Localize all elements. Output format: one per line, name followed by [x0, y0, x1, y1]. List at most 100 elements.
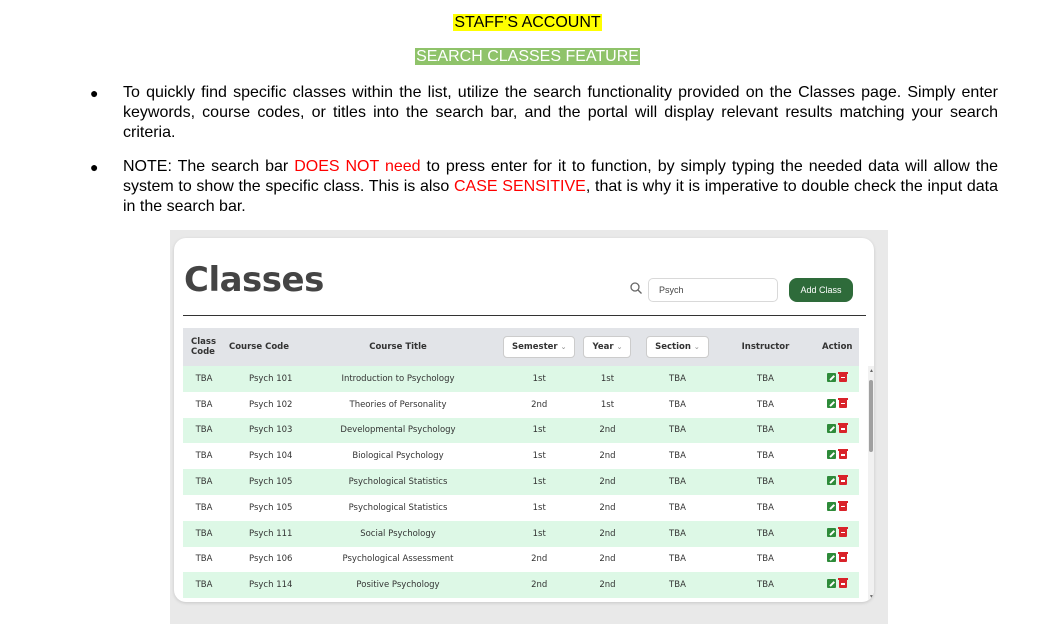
- classes-card: Classes Psych Add Class Class Code Cours…: [174, 238, 874, 602]
- delete-icon[interactable]: [838, 423, 849, 434]
- cell-section: TBA: [669, 451, 686, 462]
- edit-icon[interactable]: [827, 476, 837, 486]
- cell-course-code: Psych 111: [249, 528, 293, 539]
- add-class-button[interactable]: Add Class: [789, 278, 853, 302]
- edit-icon[interactable]: [827, 450, 837, 460]
- header-year-filter[interactable]: Year ⌄: [575, 328, 639, 366]
- delete-icon[interactable]: [838, 449, 849, 460]
- instruction-text: To quickly find specific classes within …: [123, 84, 998, 141]
- cell-year: 2nd: [599, 580, 616, 591]
- note-text-1: NOTE: The search bar: [123, 158, 295, 175]
- cell-year: 2nd: [599, 425, 616, 436]
- cell-instructor: TBA: [757, 451, 774, 462]
- header-instructor: Instructor: [741, 342, 790, 352]
- cell-year: 1st: [600, 373, 615, 384]
- cell-class-code: TBA: [195, 425, 213, 436]
- cell-action: [815, 418, 859, 444]
- instruction-note: ● NOTE: The search bar DOES NOT need to …: [90, 157, 998, 217]
- cell-action: [815, 521, 859, 547]
- cell-year: 2nd: [599, 451, 616, 462]
- classes-table: Class Code Course Code Course Title Seme…: [183, 328, 859, 599]
- cell-instructor: TBA: [757, 373, 774, 384]
- cell-class-code: TBA: [195, 477, 213, 488]
- cell-course-title: Introduction to Psychology: [341, 373, 455, 384]
- cell-course-title: Psychological Assessment: [342, 554, 454, 565]
- cell-action: [815, 547, 859, 573]
- table-scrollbar[interactable]: ▲ ▼: [868, 366, 874, 602]
- delete-icon[interactable]: [838, 578, 849, 589]
- header-course-code: Course Code: [228, 342, 290, 352]
- cell-class-code: TBA: [195, 451, 213, 462]
- table-header-row: Class Code Course Code Course Title Seme…: [183, 328, 859, 366]
- edit-icon[interactable]: [827, 398, 837, 408]
- cell-semester: 2nd: [531, 399, 548, 410]
- classes-screenshot: Classes Psych Add Class Class Code Cours…: [170, 230, 888, 624]
- scrollbar-thumb[interactable]: [869, 380, 873, 452]
- delete-icon[interactable]: [838, 371, 849, 382]
- scroll-up-arrow-icon[interactable]: ▲: [869, 368, 874, 374]
- cell-course-title: Theories of Personality: [349, 399, 447, 410]
- cell-class-code: TBA: [195, 373, 213, 384]
- cell-semester: 2nd: [531, 580, 548, 591]
- header-year-label: Year: [592, 342, 614, 352]
- chevron-down-icon: ⌄: [616, 343, 623, 351]
- cell-course-title: Positive Psychology: [356, 580, 440, 591]
- edit-icon[interactable]: [827, 372, 837, 382]
- cell-course-title: Biological Psychology: [352, 451, 444, 462]
- cell-course-title: Psychological Statistics: [348, 502, 448, 513]
- cell-section: TBA: [669, 502, 686, 513]
- header-course-title: Course Title: [369, 342, 427, 352]
- table-row: TBA Psych 105 Psychological Statistics 1st 2…: [183, 495, 859, 521]
- delete-icon[interactable]: [838, 500, 849, 511]
- edit-icon[interactable]: [827, 579, 837, 589]
- delete-icon[interactable]: [838, 526, 849, 537]
- header-semester-filter[interactable]: Semester ⌄: [503, 328, 576, 366]
- cell-instructor: TBA: [757, 580, 774, 591]
- delete-icon[interactable]: [838, 552, 849, 563]
- heading-staff-account-text: STAFF’S ACCOUNT: [453, 14, 602, 31]
- cell-action: [815, 443, 859, 469]
- cell-section: TBA: [669, 528, 686, 539]
- cell-action: [815, 366, 859, 392]
- cell-instructor: TBA: [757, 425, 774, 436]
- header-section-filter[interactable]: Section ⌄: [639, 328, 715, 366]
- cell-action: [815, 572, 859, 598]
- cell-instructor: TBA: [757, 399, 774, 410]
- edit-icon[interactable]: [827, 501, 837, 511]
- search-icon: [630, 282, 642, 294]
- table-row: TBA Psych 111 Social Psychology 1st 2nd TBA TB…: [183, 520, 859, 547]
- cell-course-code: Psych 114: [249, 580, 293, 591]
- doc-heading-staff-account: STAFF’S ACCOUNT: [0, 14, 1055, 32]
- edit-icon[interactable]: [827, 424, 837, 434]
- cell-semester: 1st: [532, 477, 546, 488]
- note-emphasis-no-enter: DOES NOT need: [294, 158, 421, 175]
- cell-section: TBA: [669, 554, 686, 565]
- cell-class-code: TBA: [195, 399, 213, 410]
- edit-icon[interactable]: [827, 553, 837, 563]
- table-row: TBA Psych 105 Psychological Statistics 1st 2…: [183, 469, 859, 495]
- cell-year: 2nd: [599, 502, 616, 513]
- instruction-list: ● To quickly find specific classes withi…: [90, 83, 998, 231]
- cell-course-code: Psych 106: [249, 554, 293, 565]
- cell-section: TBA: [669, 373, 686, 384]
- cell-section: TBA: [669, 399, 686, 410]
- cell-class-code: TBA: [195, 502, 213, 513]
- delete-icon[interactable]: [838, 475, 849, 486]
- edit-icon[interactable]: [827, 527, 837, 537]
- cell-section: TBA: [669, 477, 686, 488]
- bullet-dot: ●: [90, 85, 99, 101]
- scroll-down-arrow-icon[interactable]: ▼: [869, 594, 874, 600]
- cell-course-code: Psych 101: [249, 373, 293, 384]
- cell-class-code: TBA: [195, 528, 213, 539]
- cell-action: [815, 469, 859, 495]
- cell-semester: 2nd: [531, 554, 548, 565]
- cell-section: TBA: [669, 580, 686, 591]
- search-input[interactable]: Psych: [648, 278, 778, 302]
- cell-course-title: Developmental Psychology: [340, 425, 456, 436]
- delete-icon[interactable]: [838, 397, 849, 408]
- chevron-down-icon: ⌄: [560, 343, 567, 351]
- cell-year: 2nd: [599, 477, 616, 488]
- title-divider: [183, 315, 866, 316]
- cell-year: 2nd: [599, 528, 616, 539]
- chevron-down-icon: ⌄: [693, 343, 700, 351]
